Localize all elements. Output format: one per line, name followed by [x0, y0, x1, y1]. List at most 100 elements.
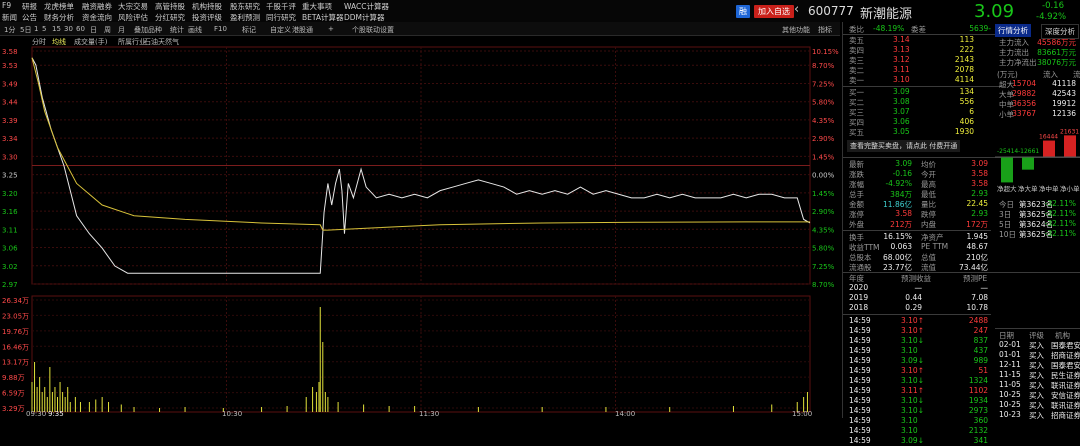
fund-table-header: 流出 — [1073, 70, 1080, 79]
toolbar-item[interactable]: 叠加品种 — [134, 25, 162, 35]
quote-label: 总股本 — [849, 253, 872, 262]
prev-stock-icon[interactable]: ‹ — [794, 2, 799, 17]
forecast-year: 2018 — [849, 303, 869, 312]
add-to-watchlist-button[interactable]: 加入自选 — [754, 5, 794, 18]
rating-institution[interactable]: 安信证券 — [1051, 390, 1080, 400]
pct-tick-label: 7.25% — [812, 80, 835, 88]
price-tick-label: 3.25 — [2, 172, 18, 180]
quote-label: 最高 — [921, 180, 936, 189]
toolbar-item[interactable]: 统计 — [170, 25, 184, 35]
toolbar-item[interactable]: 60 — [76, 25, 85, 33]
toolbar-item[interactable]: + — [328, 25, 334, 33]
trade-price: 3.10 — [901, 426, 918, 435]
rating-institution[interactable]: 国泰君安 — [1051, 360, 1080, 370]
quote-value: 2.93 — [971, 209, 988, 218]
rating-institution[interactable]: 招商证券 — [1051, 350, 1080, 360]
trade-price: 3.10 — [901, 346, 918, 355]
trade-time: 14:59 — [849, 346, 871, 355]
toolbar-item[interactable]: 个股联动 — [352, 25, 380, 35]
quote-label: 总值 — [921, 253, 936, 262]
price-change-pct: -4.92% — [1036, 12, 1067, 22]
trade-price: 3.10↓ — [901, 376, 924, 385]
rating-date: 10-25 — [999, 390, 1021, 399]
rating-institution[interactable]: 联讯证券 — [1051, 400, 1080, 410]
toolbar-item[interactable]: 1分 — [4, 25, 15, 35]
price-tick-label: 3.02 — [2, 263, 18, 271]
toolbar-item[interactable]: 港股通 — [292, 25, 313, 35]
weicha-label: 委差 — [911, 25, 926, 34]
divider — [995, 328, 1080, 329]
tab-market-analysis[interactable]: 行情分析 — [995, 24, 1031, 37]
toolbar-item[interactable]: 周 — [104, 25, 111, 35]
net-flow-bar — [1043, 140, 1055, 157]
time-tick-label: 09:30 — [26, 410, 46, 418]
toolbar-item[interactable]: 30 — [64, 25, 73, 33]
last-price: 3.09 — [974, 1, 1015, 22]
quote-value: 73.44亿 — [959, 263, 988, 272]
buy-level-volume: 6 — [969, 107, 974, 116]
forecast-header: 预测收益 — [901, 274, 931, 283]
trade-volume: 2973 — [968, 406, 988, 415]
rank-pct: -32.11% — [1044, 209, 1076, 218]
pct-tick-label: 1.45% — [812, 153, 835, 161]
price-tick-label: 3.06 — [2, 245, 18, 253]
toolbar-item[interactable]: 画线 — [188, 25, 202, 35]
buy-level-price: 3.09 — [893, 87, 910, 96]
rating-value: 买入 — [1029, 361, 1044, 370]
toolbar-item[interactable]: 月 — [118, 25, 125, 35]
divider — [843, 34, 1003, 35]
quote-value: 2.93 — [971, 189, 988, 198]
rating-institution[interactable]: 民生证券 — [1051, 370, 1080, 380]
price-tick-label: 3.44 — [2, 99, 18, 107]
trade-time: 14:59 — [849, 426, 871, 435]
trade-price: 3.10↑ — [901, 326, 924, 335]
price-tick-label: 3.58 — [2, 48, 18, 56]
quote-label: 均价 — [921, 160, 936, 169]
toolbar-item[interactable]: 标记 — [242, 25, 256, 35]
pct-tick-label: 4.35% — [812, 117, 835, 125]
trade-time: 14:59 — [849, 396, 871, 405]
rating-value: 买入 — [1029, 391, 1044, 400]
toolbar-item[interactable]: 15 — [52, 25, 61, 33]
full-orderbook-promo[interactable]: 查看完整买卖盘，请点此 付费开通 — [847, 140, 961, 152]
fund-table-out: 42543 — [1052, 89, 1076, 98]
buy-level-label: 买二 — [849, 98, 864, 107]
toolbar-item[interactable]: 自定义 — [270, 25, 291, 35]
indicator-button[interactable]: 指标 — [818, 25, 832, 35]
margin-trading-badge[interactable]: 融 — [736, 5, 750, 18]
trade-volume: 51 — [978, 366, 988, 375]
rating-institution[interactable]: 国泰君安 — [1051, 340, 1080, 350]
intraday-chart[interactable]: 3.58 10.15% 3.53 8.70% 3.49 7.25% 3.44 5.80% 3.3… — [0, 44, 840, 418]
rating-institution[interactable]: 联讯证券 — [1051, 380, 1080, 390]
quote-label: 最低 — [921, 190, 936, 199]
toolbar-item[interactable]: F10 — [214, 25, 227, 33]
trade-time: 14:59 — [849, 316, 871, 325]
toolbar-item[interactable]: 1 — [34, 25, 38, 33]
quote-value: 3.58 — [895, 209, 912, 218]
toolbar-item[interactable]: 5 — [42, 25, 46, 33]
forecast-header: 年度 — [849, 274, 864, 283]
menu-item[interactable]: F9 — [2, 1, 11, 10]
net-flow-bar-chart: -25414 净超大 -12661 净大单 16444 净中单 21631 净小单 — [995, 128, 1080, 193]
volume-tick-label: 3.29万 — [2, 405, 25, 413]
net-flow-bar-value: -12661 — [1018, 148, 1039, 155]
rating-institution[interactable]: 招商证券 — [1051, 410, 1080, 420]
other-functions-button[interactable]: 其他功能 — [782, 25, 810, 35]
quote-value: 3.58 — [971, 169, 988, 178]
net-flow-bar-name: 净超大 — [997, 184, 1017, 193]
fund-table-out: 19912 — [1052, 99, 1076, 108]
forecast-year: 2019 — [849, 293, 869, 302]
toolbar-item[interactable]: 日 — [90, 25, 97, 35]
price-tick-label: 3.16 — [2, 208, 18, 216]
sell-level-price: 3.13 — [893, 45, 910, 54]
rating-header: 评级 — [1029, 331, 1044, 340]
time-tick-label: 15:00 — [792, 410, 812, 418]
trade-time: 14:59 — [849, 326, 871, 335]
toolbar-item[interactable]: 设置 — [380, 25, 394, 35]
price-tick-label: 3.34 — [2, 135, 18, 143]
fund-table-header: 流入 — [1043, 70, 1058, 79]
toolbar-item[interactable]: 5日 — [20, 25, 31, 35]
trade-time: 14:59 — [849, 366, 871, 375]
trade-price: 3.10↓ — [901, 406, 924, 415]
quote-panel: 委比 -48.19% 委差 -5639 卖五 3.14 113 卖四 3.13 222 卖三 3.12… — [842, 22, 1080, 445]
